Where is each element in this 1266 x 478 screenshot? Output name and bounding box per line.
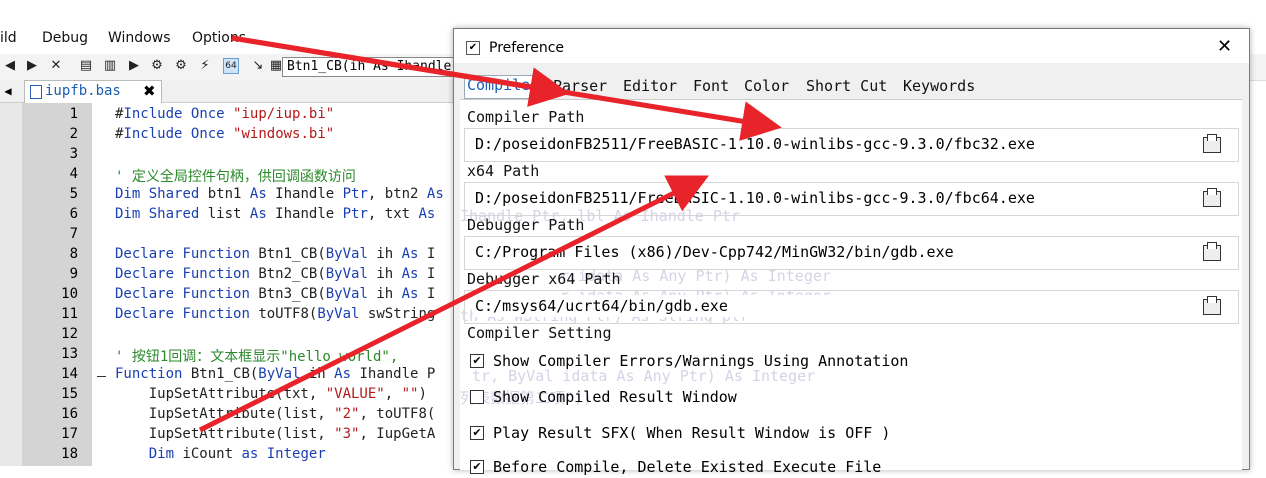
menu-windows[interactable]: Windows — [108, 30, 171, 46]
compile-icon[interactable]: ▤ — [78, 58, 94, 74]
code-line[interactable]: IupSetAttribute(list, "2", toUTF8( — [115, 406, 436, 422]
open-folder-icon[interactable] — [1203, 188, 1221, 207]
checkbox[interactable]: ✔ — [470, 426, 484, 440]
gear-icon[interactable]: ⚙ — [173, 58, 189, 74]
line-number: 8 — [69, 246, 78, 262]
line-number: 14 — [61, 366, 78, 382]
line-number: 3 — [69, 146, 78, 162]
line-number: 1 — [69, 106, 78, 122]
compiler-panel: Ihandle Ptr, lbl As Ihandle Ptr r,idata … — [460, 99, 1242, 476]
code-line[interactable]: Declare Function Btn1_CB(ByVal ih As I — [115, 246, 435, 262]
line-number: 7 — [69, 226, 78, 242]
fold-margin — [92, 103, 110, 466]
run-icon[interactable]: ▶ — [126, 58, 142, 74]
debugger-path-group: C:/Program Files (x86)/Dev-Cpp742/MinGW3… — [464, 236, 1239, 270]
code-line[interactable]: IupSetAttribute(list, "3", IupGetA — [115, 426, 436, 442]
menu-build[interactable]: ild — [0, 30, 17, 46]
x64-path-label: x64 Path — [467, 162, 540, 180]
dialog-title: Preference — [489, 40, 565, 56]
code-line[interactable]: ' 按钮1回调：文本框显示"hello world", — [115, 346, 398, 366]
code-line[interactable]: Dim Shared btn1 As Ihandle Ptr, btn2 As — [115, 186, 444, 202]
compiler-path-field[interactable]: D:/poseidonFB2511/FreeBASIC-1.10.0-winli… — [473, 133, 1193, 155]
code-editor[interactable]: 1 #Include Once "iup/iup.bi" 2 #Include Onc… — [0, 103, 460, 466]
editor-left-strip — [0, 103, 22, 466]
option-label: Show Compiler Errors/Warnings Using Anno… — [493, 352, 909, 370]
debugger-x64-path-group: C:/msys64/ucrt64/bin/gdb.exe — [464, 290, 1239, 324]
code-line[interactable]: Declare Function Btn2_CB(ByVal ih As I — [115, 266, 435, 282]
debugger-x64-path-field[interactable]: C:/msys64/ucrt64/bin/gdb.exe — [473, 295, 1193, 317]
step-back-icon[interactable]: ◀ — [2, 58, 18, 74]
code-line[interactable]: Dim iCount as Integer — [115, 446, 326, 462]
checkbox[interactable]: ✔ — [470, 354, 484, 368]
tab-short-cut[interactable]: Short Cut — [806, 77, 887, 95]
dialog-titlebar[interactable]: ✔ Preference ✕ — [454, 29, 1249, 63]
open-folder-icon[interactable] — [1203, 242, 1221, 261]
code-line[interactable]: Declare Function toUTF8(ByVal swString — [115, 306, 435, 322]
mark-icon[interactable]: ✕ — [48, 58, 64, 74]
step-icon[interactable]: ▶ — [24, 58, 40, 74]
checkbox[interactable]: ✔ — [470, 460, 484, 474]
option-label: Play Result SFX( When Result Window is O… — [493, 424, 891, 442]
line-number: 16 — [61, 406, 78, 422]
x64-path-field[interactable]: D:/poseidonFB2511/FreeBASIC-1.10.0-winli… — [473, 187, 1193, 209]
code-line[interactable]: Dim Shared list As Ihandle Ptr, txt As — [115, 206, 435, 222]
fold-marker-icon[interactable] — [97, 376, 106, 377]
quick-run-icon[interactable]: ⚡ — [197, 58, 213, 74]
preference-dialog: ✔ Preference ✕ Compiler Parser Editor Fo… — [453, 28, 1250, 476]
line-number: 9 — [69, 266, 78, 282]
tab-bar: ◀ iupfb.bas ✖ — [0, 80, 460, 103]
option-label: Before Compile, Delete Existed Execute F… — [493, 458, 882, 476]
line-number: 2 — [69, 126, 78, 142]
close-tab-icon[interactable]: ✖ — [143, 82, 156, 100]
line-number: 12 — [61, 326, 78, 342]
compiler-setting-label: Compiler Setting — [467, 324, 612, 342]
line-number: 18 — [61, 446, 78, 462]
open-folder-icon[interactable] — [1203, 134, 1221, 153]
tab-editor[interactable]: Editor — [623, 77, 677, 95]
debugger-path-label: Debugger Path — [467, 216, 585, 234]
code-line[interactable]: #Include Once "windows.bi" — [115, 126, 334, 142]
code-line[interactable]: Function Btn1_CB(ByVal ih As Ihandle P — [115, 366, 435, 382]
settings-icon[interactable]: ⚙ — [149, 58, 165, 74]
outline-icon[interactable]: ↘ — [250, 58, 266, 74]
line-number: 17 — [61, 426, 78, 442]
debugger-x64-path-label: Debugger x64 Path — [467, 270, 621, 288]
option-label: Show Compiled Result Window — [493, 388, 737, 406]
tab-color[interactable]: Color — [744, 77, 789, 95]
tab-keywords[interactable]: Keywords — [903, 77, 975, 95]
line-number: 6 — [69, 206, 78, 222]
line-number: 5 — [69, 186, 78, 202]
code-line[interactable]: Declare Function Btn3_CB(ByVal ih As I — [115, 286, 435, 302]
build-icon[interactable]: ▥ — [102, 58, 118, 74]
code-line[interactable]: IupSetAttribute(txt, "VALUE", "") — [115, 386, 427, 402]
code-line[interactable]: ' 定义全局控件句柄，供回调函数访问 — [115, 166, 356, 186]
menu-options[interactable]: Options — [192, 30, 246, 46]
file-icon — [30, 85, 42, 99]
checkbox[interactable] — [470, 390, 484, 404]
line-number: 15 — [61, 386, 78, 402]
line-number: 4 — [69, 166, 78, 182]
preference-icon: ✔ — [466, 41, 480, 55]
line-number: 10 — [61, 286, 78, 302]
debugger-path-field[interactable]: C:/Program Files (x86)/Dev-Cpp742/MinGW3… — [473, 241, 1193, 263]
tab-compiler[interactable]: Compiler — [464, 75, 543, 99]
tab-scroll-left-icon[interactable]: ◀ — [0, 82, 16, 100]
tab-iupfb-bas[interactable]: iupfb.bas ✖ — [24, 80, 162, 103]
open-folder-icon[interactable] — [1203, 296, 1221, 315]
x64-path-group: D:/poseidonFB2511/FreeBASIC-1.10.0-winli… — [464, 182, 1239, 216]
line-number: 11 — [61, 306, 78, 322]
code-line[interactable]: #Include Once "iup/iup.bi" — [115, 106, 334, 122]
menu-debug[interactable]: Debug — [42, 30, 88, 46]
tab-font[interactable]: Font — [693, 77, 729, 95]
tab-label: iupfb.bas — [45, 83, 121, 99]
close-icon[interactable]: ✕ — [1217, 36, 1232, 57]
line-number: 13 — [61, 346, 78, 362]
bits-64-toggle[interactable]: 64 — [223, 58, 239, 74]
preference-tabs: Compiler Parser Editor Font Color Short … — [460, 75, 1240, 99]
compiler-path-label: Compiler Path — [467, 108, 585, 126]
compiler-path-group: D:/poseidonFB2511/FreeBASIC-1.10.0-winli… — [464, 128, 1239, 162]
tab-parser[interactable]: Parser — [553, 77, 607, 95]
